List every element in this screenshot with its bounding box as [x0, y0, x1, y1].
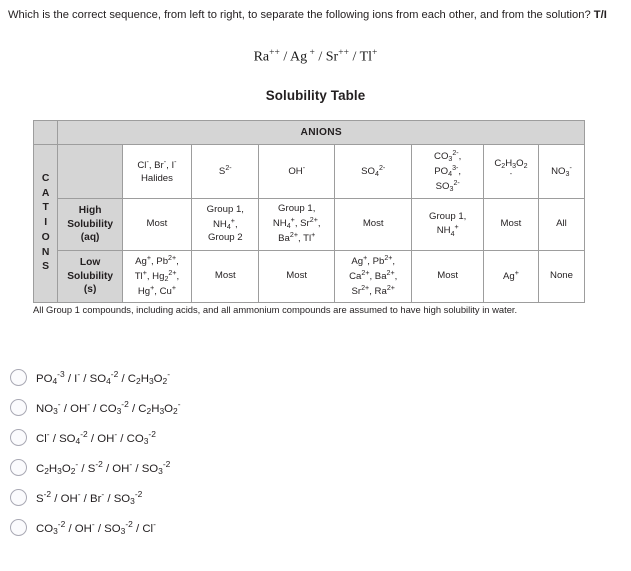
table-row-low-solubility: Low Solubility (s) Ag+, Pb2+, Tl+, Hg22+, Hg…	[34, 250, 586, 303]
row-label-low-solubility: Low Solubility (s)	[57, 250, 123, 303]
radio-button-b[interactable]	[10, 398, 27, 416]
option-c-label: Cl- / SO4-2 / OH- / CO3-2	[36, 429, 156, 447]
cell-high-sulfate: Most	[333, 198, 413, 251]
cell-high-sulfide: Group 1, NH4+, Group 2	[191, 198, 260, 251]
option-b[interactable]: NO3- / OH- / CO3-2 / C2H3O2-	[10, 392, 620, 422]
solubility-table-title: Solubility Table	[265, 88, 366, 103]
column-header-sulfide: S2-	[191, 144, 260, 199]
radio-button-e[interactable]	[10, 488, 27, 506]
radio-button-d[interactable]	[10, 458, 27, 476]
cell-high-nitrate: All	[537, 198, 586, 251]
radio-button-a[interactable]	[10, 368, 27, 386]
table-blank-cell	[57, 144, 123, 199]
cell-low-carbonate-group: Most	[411, 250, 484, 303]
table-row-high-solubility: High Solubility (aq) Most Group 1, NH4+, Gro…	[34, 198, 586, 251]
option-e[interactable]: S-2 / OH- / Br- / SO3-2	[10, 482, 620, 512]
cell-high-acetate: Most	[482, 198, 539, 251]
cell-low-sulfide: Most	[191, 250, 260, 303]
cell-low-sulfate: Ag+, Pb2+, Ca2+, Ba2+, Sr2+, Ra2+	[333, 250, 413, 303]
column-header-sulfate: SO42-	[333, 144, 413, 199]
option-b-label: NO3- / OH- / CO3-2 / C2H3O2-	[36, 399, 181, 417]
option-d-label: C2H3O2- / S-2 / OH- / SO3-2	[36, 459, 171, 477]
cell-low-hydroxide: Most	[258, 250, 335, 303]
cell-low-nitrate: None	[537, 250, 586, 303]
column-header-hydroxide: OH-	[258, 144, 335, 199]
cell-low-halides: Ag+, Pb2+, Tl+, Hg22+, Hg+, Cu+	[121, 250, 193, 303]
option-a[interactable]: PO4-3 / I- / SO4-2 / C2H3O2-	[10, 362, 620, 392]
option-f-label: CO3-2 / OH- / SO3-2 / Cl-	[36, 519, 156, 537]
question-text: Which is the correct sequence, from left…	[8, 9, 594, 21]
cell-high-carbonate-group: Group 1, NH4+	[411, 198, 484, 251]
radio-button-c[interactable]	[10, 428, 27, 446]
question-code: T/I	[593, 9, 607, 21]
option-d[interactable]: C2H3O2- / S-2 / OH- / SO3-2	[10, 452, 620, 482]
column-header-halides: Cl-, Br-, I- Halides	[121, 144, 193, 199]
cell-high-halides: Most	[121, 198, 193, 251]
table-footnote: All Group 1 compounds, including acids, …	[33, 304, 518, 315]
column-header-carbonate-group: CO32-, PO43-, SO32-	[411, 144, 484, 199]
column-header-acetate: C2H3O2-	[482, 144, 539, 199]
cell-low-acetate: Ag+	[482, 250, 539, 303]
answer-options-group: PO4-3 / I- / SO4-2 / C2H3O2- NO3- / OH- …	[10, 362, 620, 542]
table-row-column-headers: C A T I O N S Cl-, Br-, I- Halides S2- OH…	[32, 144, 586, 303]
option-f[interactable]: CO3-2 / OH- / SO3-2 / Cl-	[10, 512, 620, 542]
option-e-label: S-2 / OH- / Br- / SO3-2	[36, 489, 143, 507]
cell-high-hydroxide: Group 1, NH4+, Sr2+, Ba2+, Tl+	[258, 198, 335, 251]
table-corner-cell	[32, 120, 59, 145]
row-label-high-solubility: High Solubility (aq)	[57, 198, 123, 251]
option-a-label: PO4-3 / I- / SO4-2 / C2H3O2-	[36, 369, 170, 387]
question-stem: Which is the correct sequence, from left…	[8, 6, 618, 24]
anions-header: ANIONS	[57, 120, 585, 145]
column-header-nitrate: NO3-	[537, 144, 586, 199]
ion-sequence: Ra++ / Ag + / Sr++ / Tl+	[253, 48, 378, 65]
option-c[interactable]: Cl- / SO4-2 / OH- / CO3-2	[10, 422, 620, 452]
radio-button-f[interactable]	[10, 518, 27, 536]
cations-header: C A T I O N S	[32, 144, 59, 303]
solubility-table: ANIONS C A T I O N S Cl-, Br-, I- Halides…	[32, 120, 586, 303]
table-row-anions-banner: ANIONS	[32, 120, 585, 145]
